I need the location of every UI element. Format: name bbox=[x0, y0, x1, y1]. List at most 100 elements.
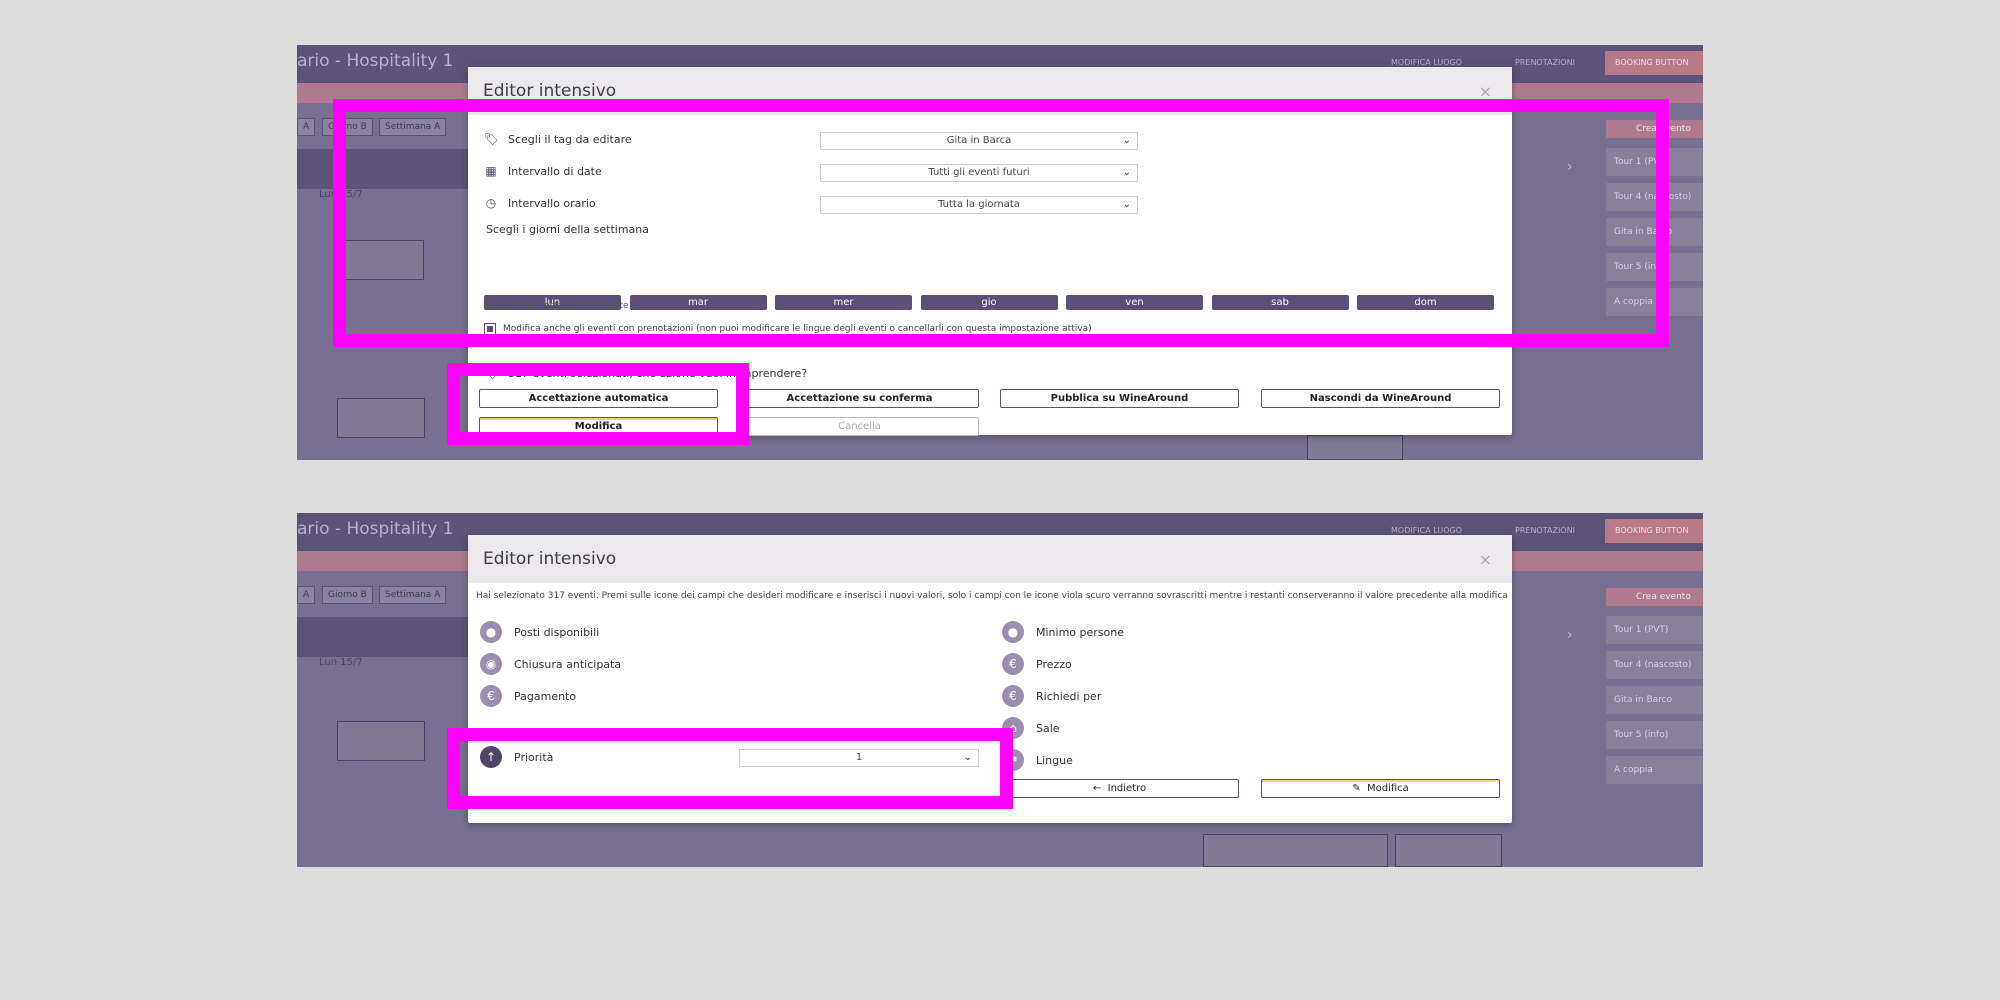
calendar-event-cell[interactable] bbox=[339, 240, 424, 280]
sidebar-tag-item[interactable]: Tour 5 (info) bbox=[1606, 721, 1703, 749]
sidebar-tag-item[interactable]: A coppia bbox=[1606, 756, 1703, 784]
field-label: Richiedi per bbox=[1036, 689, 1102, 703]
tag-select[interactable]: Gita in Barca ⌄ bbox=[820, 132, 1138, 150]
chevron-right-icon[interactable]: › bbox=[1567, 159, 1573, 175]
date-select-value: Tutti gli eventi futuri bbox=[928, 167, 1030, 178]
booking-button[interactable]: BOOKING BUTTON bbox=[1605, 519, 1703, 543]
nav-prenotazioni[interactable]: PRENOTAZIONI bbox=[1515, 58, 1575, 67]
field-richiedi-per[interactable]: € Richiedi per bbox=[1002, 685, 1101, 707]
view-button-a[interactable]: A bbox=[297, 118, 316, 136]
sidebar-tag-item[interactable]: Tour 1 (PVT) bbox=[1606, 148, 1703, 176]
publish-wineround-button[interactable]: Pubblica su WineAround bbox=[1000, 389, 1239, 408]
time-row: ◷ Intervallo orario bbox=[484, 196, 596, 210]
bookings-checkbox-row[interactable]: Modifica anche gli eventi con prenotazio… bbox=[484, 323, 1092, 335]
sidebar-tag-item[interactable]: A coppia bbox=[1606, 288, 1703, 316]
nav-modifica-luogo[interactable]: MODIFICA LUOGO bbox=[1391, 58, 1462, 67]
priority-select-value: 1 bbox=[855, 752, 863, 763]
view-button-giorno-b[interactable]: Giorno B bbox=[322, 118, 373, 136]
field-prezzo[interactable]: € Prezzo bbox=[1002, 653, 1072, 675]
field-lingue[interactable]: ⚑ Lingue bbox=[1002, 749, 1073, 771]
nav-modifica-luogo[interactable]: MODIFICA LUOGO bbox=[1391, 526, 1462, 535]
user-icon[interactable]: ● bbox=[1002, 621, 1024, 643]
clock-icon: ◷ bbox=[485, 196, 497, 210]
view-button-giorno-b[interactable]: Giorno B bbox=[322, 586, 373, 604]
field-label: Prezzo bbox=[1036, 657, 1072, 671]
calendar-date: Lun 15/7 bbox=[319, 657, 363, 668]
arrow-up-icon[interactable]: ↑ bbox=[480, 746, 502, 768]
create-event-button[interactable]: Crea evento bbox=[1606, 588, 1703, 606]
weekdays-label: Scegli i giorni della settimana bbox=[486, 223, 650, 236]
date-select[interactable]: Tutti gli eventi futuri ⌄ bbox=[820, 164, 1138, 182]
sidebar-tag-item[interactable]: Gita in Barco bbox=[1606, 686, 1703, 714]
euro-icon[interactable]: € bbox=[1002, 653, 1024, 675]
selection-row: 🏷 317 eventi selezionati, che azione vuo… bbox=[483, 366, 808, 380]
sidebar-tag-item[interactable]: Tour 4 (nascosto) bbox=[1606, 183, 1703, 211]
intensive-editor-modal: Editor intensivo × Hai selezionato 317 e… bbox=[468, 535, 1512, 823]
hide-advanced-link[interactable]: Nascondi impostazioni avanzate bbox=[483, 301, 629, 311]
arrow-left-icon: ← bbox=[1092, 783, 1108, 794]
flag-icon[interactable]: ⚑ bbox=[1002, 749, 1024, 771]
date-label: Intervallo di date bbox=[508, 164, 602, 178]
time-select[interactable]: Tutta la giornata ⌄ bbox=[820, 196, 1138, 214]
sidebar-tag-item[interactable]: Tour 1 (PVT) bbox=[1606, 616, 1703, 644]
modal-header: Editor intensivo × bbox=[468, 535, 1512, 583]
euro-icon[interactable]: € bbox=[1002, 685, 1024, 707]
chevron-down-icon: ⌄ bbox=[1122, 135, 1131, 146]
bell-icon[interactable]: ◉ bbox=[480, 653, 502, 675]
checkbox[interactable] bbox=[484, 323, 496, 335]
calendar-event-cell[interactable] bbox=[1203, 834, 1388, 867]
date-row: ▦ Intervallo di date bbox=[484, 164, 602, 178]
chevron-down-icon: ⌄ bbox=[1122, 199, 1131, 210]
weekday-selector: lun mar mer gio ven sab dom bbox=[484, 295, 1494, 310]
field-sale[interactable]: ⌂ Sale bbox=[1002, 717, 1060, 739]
field-label: Pagamento bbox=[514, 689, 577, 703]
close-icon[interactable]: × bbox=[1479, 550, 1492, 569]
view-button-settimana-a[interactable]: Settimana A bbox=[379, 118, 447, 136]
field-chiusura-anticipata[interactable]: ◉ Chiusura anticipata bbox=[480, 653, 621, 675]
priority-select[interactable]: 1 ⌄ bbox=[739, 749, 979, 767]
weekday-button-mar[interactable]: mar bbox=[629, 295, 767, 310]
accept-auto-button[interactable]: Accettazione automatica bbox=[479, 389, 718, 408]
sidebar-tag-item[interactable]: Tour 5 (info) bbox=[1606, 253, 1703, 281]
field-posti-disponibili[interactable]: ● Posti disponibili bbox=[480, 621, 599, 643]
close-icon[interactable]: × bbox=[1479, 82, 1492, 101]
calendar-event-cell[interactable] bbox=[337, 721, 425, 761]
nav-prenotazioni[interactable]: PRENOTAZIONI bbox=[1515, 526, 1575, 535]
view-button-a[interactable]: A bbox=[297, 586, 316, 604]
weekday-button-dom[interactable]: dom bbox=[1357, 295, 1494, 310]
sidebar-tag-item[interactable]: Tour 4 (nascosto) bbox=[1606, 651, 1703, 679]
create-event-button[interactable]: Crea evento bbox=[1606, 120, 1703, 138]
back-button[interactable]: ← Indietro bbox=[1000, 779, 1239, 798]
tag-icon: 🏷 bbox=[483, 132, 499, 146]
euro-icon[interactable]: € bbox=[480, 685, 502, 707]
modal-header: Editor intensivo × bbox=[468, 67, 1512, 115]
selection-text: 317 eventi selezionati, che azione vuoi … bbox=[508, 366, 808, 380]
weekday-button-ven[interactable]: ven bbox=[1066, 295, 1203, 310]
field-minimo-persone[interactable]: ● Minimo persone bbox=[1002, 621, 1124, 643]
user-icon[interactable]: ● bbox=[480, 621, 502, 643]
field-label: Chiusura anticipata bbox=[514, 657, 622, 671]
cancel-events-button[interactable]: Cancella bbox=[740, 417, 979, 436]
hide-wineround-button[interactable]: Nascondi da WineAround bbox=[1261, 389, 1500, 408]
field-pagamento[interactable]: € Pagamento bbox=[480, 685, 576, 707]
calendar-event-cell[interactable] bbox=[1307, 435, 1403, 460]
modal-title: Editor intensivo bbox=[483, 81, 617, 101]
chevron-down-icon: ⌄ bbox=[963, 752, 972, 763]
field-priorita[interactable]: ↑ Priorità bbox=[480, 746, 553, 768]
calendar-event-cell[interactable] bbox=[1395, 834, 1502, 867]
view-button-settimana-a[interactable]: Settimana A bbox=[379, 586, 447, 604]
booking-button[interactable]: BOOKING BUTTON bbox=[1605, 51, 1703, 75]
weekday-button-mer[interactable]: mer bbox=[775, 295, 912, 310]
sidebar-tag-item[interactable]: Gita in Barco bbox=[1606, 218, 1703, 246]
chevron-right-icon[interactable]: › bbox=[1567, 627, 1573, 643]
weekday-button-sab[interactable]: sab bbox=[1211, 295, 1349, 310]
app-title: ario - Hospitality 1 bbox=[297, 519, 454, 539]
calendar-event-cell[interactable] bbox=[337, 398, 425, 438]
calendar-icon: ▦ bbox=[485, 164, 497, 178]
weekday-button-gio[interactable]: gio bbox=[920, 295, 1058, 310]
accept-confirm-button[interactable]: Accettazione su conferma bbox=[740, 389, 979, 408]
time-select-value: Tutta la giornata bbox=[938, 199, 1020, 210]
modify-button[interactable]: Modifica bbox=[479, 417, 718, 436]
room-icon[interactable]: ⌂ bbox=[1002, 717, 1024, 739]
modify-button[interactable]: ✎ Modifica bbox=[1261, 779, 1500, 798]
